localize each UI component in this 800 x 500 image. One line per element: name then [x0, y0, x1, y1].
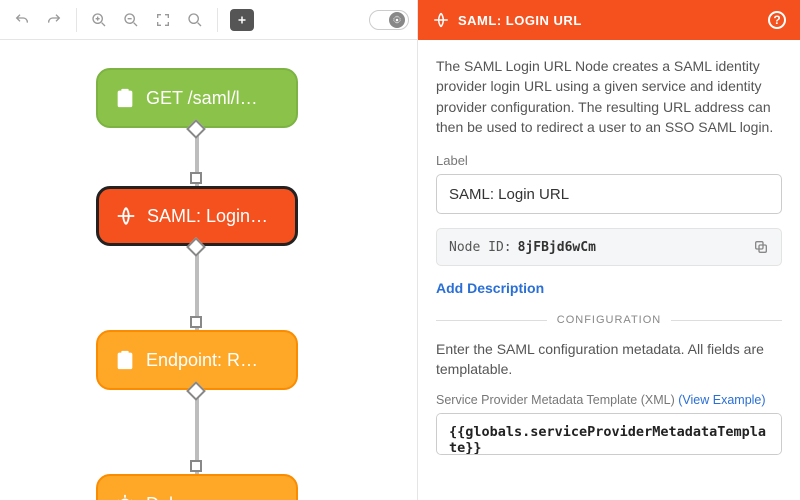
- label-input[interactable]: [436, 174, 782, 214]
- toolbar-separator: [217, 8, 218, 32]
- node-label: SAML: Login…: [147, 206, 268, 227]
- node-debug[interactable]: Debug: [96, 474, 298, 500]
- copy-icon: [753, 239, 769, 255]
- saml-icon: [115, 205, 137, 227]
- section-title: CONFIGURATION: [557, 314, 661, 326]
- node-saml-login[interactable]: SAML: Login…: [96, 186, 298, 246]
- panel-header: SAML: LOGIN URL ?: [418, 0, 800, 40]
- redo-icon: [46, 12, 62, 28]
- fit-button[interactable]: [149, 6, 177, 34]
- node-get-saml[interactable]: GET /saml/l…: [96, 68, 298, 128]
- edge-line: [195, 100, 199, 500]
- config-hint: Enter the SAML configuration metadata. A…: [436, 340, 782, 379]
- node-label: Endpoint: R…: [146, 350, 258, 371]
- bug-icon: [114, 493, 136, 500]
- help-button[interactable]: ?: [768, 11, 786, 29]
- zoom-reset-button[interactable]: [181, 6, 209, 34]
- toolbar-separator: [76, 8, 77, 32]
- workflow-canvas[interactable]: GET /saml/l… SAML: Login… Endpoint: R… D…: [0, 40, 417, 500]
- add-description-link[interactable]: Add Description: [436, 280, 544, 296]
- connector-in[interactable]: [190, 172, 202, 184]
- workflow-canvas-pane: GET /saml/l… SAML: Login… Endpoint: R… D…: [0, 0, 418, 500]
- node-id-label: Node ID:: [449, 240, 512, 255]
- sp-metadata-label-text: Service Provider Metadata Template (XML): [436, 393, 675, 407]
- canvas-toolbar: [0, 0, 417, 40]
- zoom-in-icon: [91, 12, 107, 28]
- node-id-value: 8jFBjd6wCm: [518, 240, 596, 255]
- label-field-label: Label: [436, 153, 782, 168]
- debug-toggle[interactable]: [369, 10, 409, 30]
- zoom-in-button[interactable]: [85, 6, 113, 34]
- add-node-button[interactable]: [230, 9, 254, 31]
- copy-button[interactable]: [753, 239, 769, 255]
- undo-button[interactable]: [8, 6, 36, 34]
- node-label: GET /saml/l…: [146, 88, 258, 109]
- node-label: Debug: [146, 494, 199, 500]
- connector-in[interactable]: [190, 316, 202, 328]
- panel-body: The SAML Login URL Node creates a SAML i…: [418, 40, 800, 500]
- plus-icon: [236, 14, 248, 26]
- connector-in[interactable]: [190, 460, 202, 472]
- clipboard-icon: [114, 349, 136, 371]
- gear-icon: [389, 12, 405, 28]
- node-id-row: Node ID: 8jFBjd6wCm: [436, 228, 782, 266]
- panel-title: SAML: LOGIN URL: [458, 13, 582, 28]
- clipboard-icon: [114, 87, 136, 109]
- saml-icon: [432, 11, 450, 29]
- node-endpoint[interactable]: Endpoint: R…: [96, 330, 298, 390]
- undo-icon: [14, 12, 30, 28]
- section-divider: CONFIGURATION: [436, 314, 782, 326]
- expand-icon: [155, 12, 171, 28]
- node-description: The SAML Login URL Node creates a SAML i…: [436, 56, 782, 137]
- search-icon: [187, 12, 203, 28]
- properties-panel: SAML: LOGIN URL ? The SAML Login URL Nod…: [418, 0, 800, 500]
- sp-metadata-input[interactable]: [436, 413, 782, 455]
- zoom-out-icon: [123, 12, 139, 28]
- zoom-out-button[interactable]: [117, 6, 145, 34]
- redo-button[interactable]: [40, 6, 68, 34]
- sp-metadata-label: Service Provider Metadata Template (XML)…: [436, 393, 782, 407]
- view-example-link[interactable]: (View Example): [678, 393, 765, 407]
